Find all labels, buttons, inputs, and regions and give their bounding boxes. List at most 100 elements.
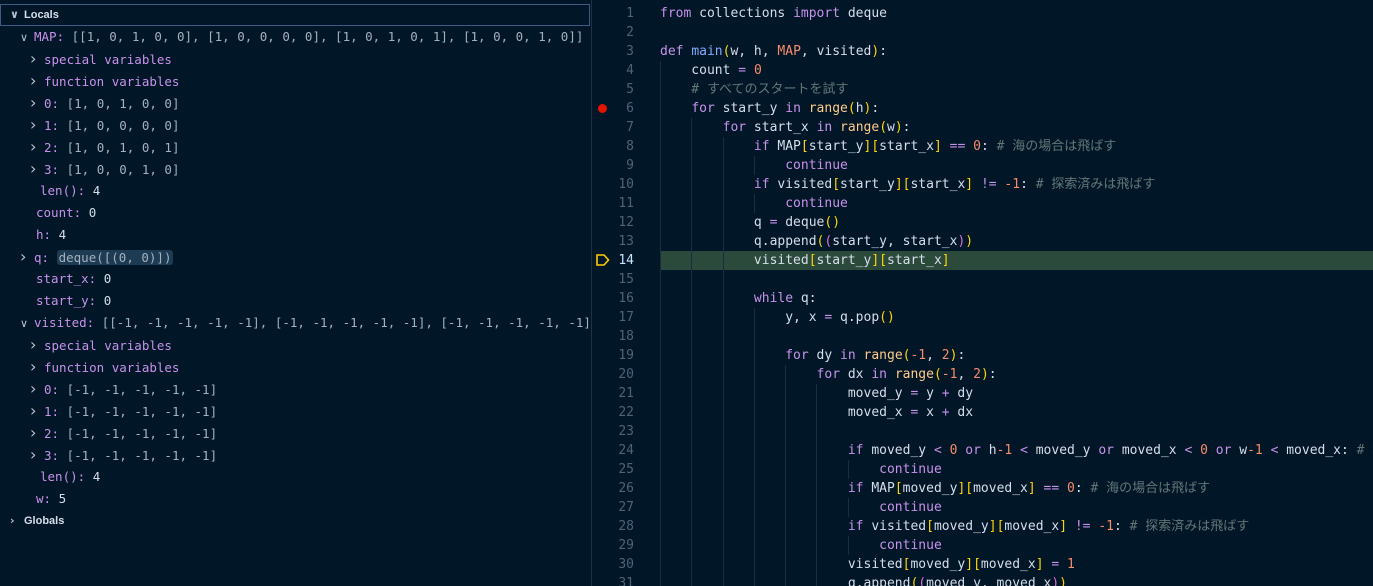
line-number[interactable]: 8 bbox=[592, 137, 634, 156]
code-line[interactable]: continue bbox=[660, 156, 848, 175]
line-number[interactable]: 11 bbox=[592, 194, 634, 213]
variable-row[interactable]: w: 5 bbox=[20, 488, 66, 510]
variable-row[interactable]: › q: deque([(0, 0)]) bbox=[20, 246, 174, 268]
variable-row[interactable]: len(): 4 bbox=[30, 466, 100, 488]
line-number[interactable]: 22 bbox=[592, 403, 634, 422]
variable-row[interactable]: › 0: [-1, -1, -1, -1, -1] bbox=[30, 378, 217, 400]
locals-scope-header[interactable]: ∨ Locals bbox=[10, 4, 59, 26]
line-number[interactable]: 23 bbox=[592, 422, 634, 441]
chevron-down-icon[interactable]: ∨ bbox=[20, 27, 34, 49]
code-line[interactable]: if visited[moved_y][moved_x] != -1: # 探索… bbox=[660, 517, 1249, 536]
line-number[interactable]: 4 bbox=[592, 61, 634, 80]
chevron-right-icon[interactable]: › bbox=[30, 92, 44, 114]
code-line[interactable]: from collections import deque bbox=[660, 4, 887, 23]
code-line[interactable]: q = deque() bbox=[660, 213, 840, 232]
chevron-right-icon[interactable]: › bbox=[30, 422, 44, 444]
code-line[interactable]: q.append((start_y, start_x)) bbox=[660, 232, 973, 251]
line-number[interactable]: 6 bbox=[592, 99, 634, 118]
code-line[interactable]: visited[start_y][start_x] bbox=[660, 251, 950, 270]
code-line[interactable]: # すべてのスタートを試す bbox=[660, 80, 848, 99]
variable-value: [1, 0, 0, 0, 0] bbox=[66, 118, 180, 133]
code-line[interactable]: for dx in range(-1, 2): bbox=[660, 365, 997, 384]
line-number[interactable]: 5 bbox=[592, 80, 634, 99]
line-number[interactable]: 2 bbox=[592, 23, 634, 42]
code-line[interactable]: for start_y in range(h): bbox=[660, 99, 879, 118]
chevron-right-icon[interactable]: › bbox=[20, 246, 34, 268]
variable-row[interactable]: › 0: [1, 0, 1, 0, 0] bbox=[30, 92, 179, 114]
line-number[interactable]: 13 bbox=[592, 232, 634, 251]
code-line[interactable]: continue bbox=[660, 498, 942, 517]
line-number[interactable]: 14 bbox=[592, 251, 634, 270]
variable-row[interactable]: › 1: [-1, -1, -1, -1, -1] bbox=[30, 400, 217, 422]
line-number[interactable]: 31 bbox=[592, 574, 634, 586]
code-line[interactable]: for start_x in range(w): bbox=[660, 118, 911, 137]
line-number[interactable]: 1 bbox=[592, 4, 634, 23]
code-line[interactable]: if moved_y < 0 or h-1 < moved_y or moved… bbox=[660, 441, 1373, 460]
chevron-right-icon[interactable]: › bbox=[30, 444, 44, 466]
chevron-right-icon[interactable]: › bbox=[30, 378, 44, 400]
chevron-right-icon[interactable]: › bbox=[30, 356, 44, 378]
chevron-right-icon[interactable]: › bbox=[30, 158, 44, 180]
variable-row[interactable]: › 3: [-1, -1, -1, -1, -1] bbox=[30, 444, 217, 466]
line-number[interactable]: 30 bbox=[592, 555, 634, 574]
chevron-right-icon[interactable]: › bbox=[30, 114, 44, 136]
code-line[interactable]: for dy in range(-1, 2): bbox=[660, 346, 965, 365]
line-number[interactable]: 25 bbox=[592, 460, 634, 479]
code-line[interactable]: moved_x = x + dx bbox=[660, 403, 973, 422]
variable-row[interactable]: count: 0 bbox=[20, 202, 96, 224]
code-line[interactable]: continue bbox=[660, 536, 942, 555]
variable-row[interactable]: › 1: [1, 0, 0, 0, 0] bbox=[30, 114, 179, 136]
variable-row[interactable]: start_x: 0 bbox=[20, 268, 111, 290]
variable-row[interactable]: ∨ MAP: [[1, 0, 1, 0, 0], [1, 0, 0, 0, 0],… bbox=[20, 26, 583, 48]
variable-row[interactable]: › special variables bbox=[30, 48, 172, 70]
chevron-right-icon[interactable]: › bbox=[30, 400, 44, 422]
code-line[interactable]: visited[moved_y][moved_x] = 1 bbox=[660, 555, 1075, 574]
variable-row[interactable]: ∨ visited: [[-1, -1, -1, -1, -1], [-1, -1… bbox=[20, 312, 591, 334]
globals-scope-header[interactable]: › Globals bbox=[10, 510, 64, 532]
line-number[interactable]: 3 bbox=[592, 42, 634, 61]
code-editor[interactable]: 1 from collections import deque 2 3 def main… bbox=[592, 0, 1373, 586]
code-line[interactable]: count = 0 bbox=[660, 61, 761, 80]
line-number[interactable]: 19 bbox=[592, 346, 634, 365]
variable-row[interactable]: › 2: [-1, -1, -1, -1, -1] bbox=[30, 422, 217, 444]
line-number[interactable]: 27 bbox=[592, 498, 634, 517]
code-line[interactable]: q.append((moved_y, moved_x)) bbox=[660, 574, 1067, 586]
variable-row[interactable]: › 2: [1, 0, 1, 0, 1] bbox=[30, 136, 179, 158]
chevron-right-icon[interactable]: › bbox=[30, 70, 44, 92]
code-line[interactable]: if MAP[moved_y][moved_x] == 0: # 海の場合は飛ば… bbox=[660, 479, 1210, 498]
code-line[interactable]: continue bbox=[660, 194, 848, 213]
chevron-right-icon[interactable]: › bbox=[30, 48, 44, 70]
line-number[interactable]: 21 bbox=[592, 384, 634, 403]
code-line[interactable]: if MAP[start_y][start_x] == 0: # 海の場合は飛ば… bbox=[660, 137, 1116, 156]
line-number[interactable]: 10 bbox=[592, 175, 634, 194]
line-number[interactable]: 15 bbox=[592, 270, 634, 289]
variable-row[interactable]: › function variables bbox=[30, 70, 179, 92]
line-number[interactable]: 20 bbox=[592, 365, 634, 384]
line-number[interactable]: 17 bbox=[592, 308, 634, 327]
line-number[interactable]: 26 bbox=[592, 479, 634, 498]
line-number[interactable]: 18 bbox=[592, 327, 634, 346]
line-number[interactable]: 7 bbox=[592, 118, 634, 137]
chevron-right-icon[interactable]: › bbox=[30, 334, 44, 356]
variable-row[interactable]: len(): 4 bbox=[30, 180, 100, 202]
code-line[interactable]: if visited[start_y][start_x] != -1: # 探索… bbox=[660, 175, 1155, 194]
variable-row[interactable]: › 3: [1, 0, 0, 1, 0] bbox=[30, 158, 179, 180]
line-number[interactable]: 9 bbox=[592, 156, 634, 175]
line-number[interactable]: 16 bbox=[592, 289, 634, 308]
line-number[interactable]: 28 bbox=[592, 517, 634, 536]
code-line[interactable]: moved_y = y + dy bbox=[660, 384, 973, 403]
chevron-right-icon[interactable]: › bbox=[30, 136, 44, 158]
line-number[interactable]: 29 bbox=[592, 536, 634, 555]
code-line[interactable]: continue bbox=[660, 460, 942, 479]
variable-name: MAP: bbox=[34, 29, 65, 44]
line-number[interactable]: 24 bbox=[592, 441, 634, 460]
chevron-down-icon[interactable]: ∨ bbox=[20, 313, 34, 335]
variable-row[interactable]: h: 4 bbox=[20, 224, 66, 246]
code-line[interactable]: y, x = q.pop() bbox=[660, 308, 895, 327]
variable-row[interactable]: › special variables bbox=[30, 334, 172, 356]
variable-row[interactable]: start_y: 0 bbox=[20, 290, 111, 312]
line-number[interactable]: 12 bbox=[592, 213, 634, 232]
code-line[interactable]: while q: bbox=[660, 289, 817, 308]
variable-row[interactable]: › function variables bbox=[30, 356, 179, 378]
code-line[interactable]: def main(w, h, MAP, visited): bbox=[660, 42, 887, 61]
